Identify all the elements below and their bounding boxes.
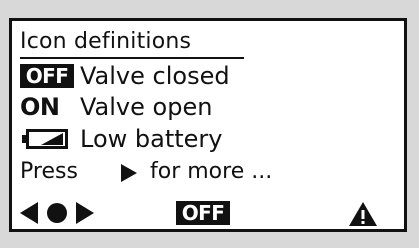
hint-suffix: for more ... xyxy=(150,159,273,184)
right-arrow-icon xyxy=(121,164,137,182)
hint-prefix: Press xyxy=(20,159,78,184)
definition-label: Valve open xyxy=(80,93,213,121)
on-icon: ON xyxy=(20,93,60,121)
low-battery-icon xyxy=(22,129,68,149)
status-badge: OFF xyxy=(176,201,230,225)
definition-row-valve-closed: OFF Valve closed xyxy=(20,61,400,91)
lcd-screen: Icon definitions OFF Valve closed ON Val… xyxy=(9,18,407,232)
page-title: Icon definitions xyxy=(20,29,192,54)
definition-label: Valve closed xyxy=(80,62,230,90)
warning-icon xyxy=(349,202,377,226)
definition-row-valve-open: ON Valve open xyxy=(20,92,400,122)
definition-row-low-battery: Low battery xyxy=(20,124,400,154)
title-row: Icon definitions xyxy=(20,29,244,59)
left-dot-right-nav-icon[interactable] xyxy=(20,202,94,224)
nav-bar: OFF xyxy=(20,199,400,227)
definition-label: Low battery xyxy=(80,125,223,153)
off-badge-icon: OFF xyxy=(20,64,74,88)
hint-row: Press for more ... xyxy=(20,157,400,187)
